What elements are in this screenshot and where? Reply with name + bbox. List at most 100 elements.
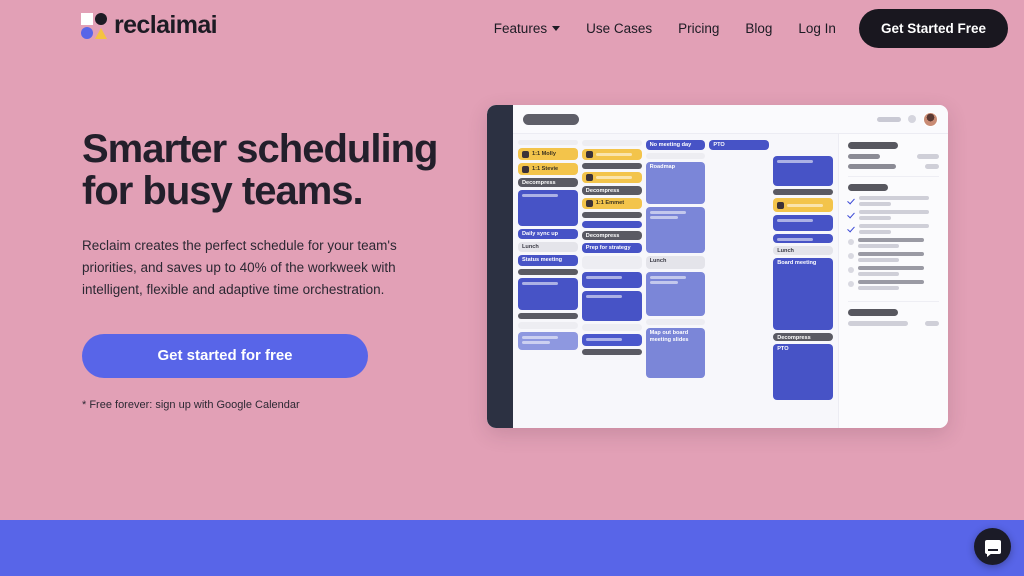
calendar-event-placeholder[interactable]: [581, 291, 642, 321]
calendar-event-placeholder[interactable]: [581, 221, 642, 228]
calendar-event-placeholder[interactable]: [581, 149, 642, 160]
calendar-event-placeholder[interactable]: [518, 190, 578, 226]
panel-section-heading: [848, 309, 898, 316]
nav-item-features[interactable]: Features: [481, 13, 573, 44]
task-item[interactable]: [848, 238, 939, 248]
calendar-event-placeholder[interactable]: [581, 272, 642, 288]
calendar-event-placeholder[interactable]: [518, 269, 578, 275]
calendar-event-placeholder[interactable]: [773, 189, 833, 195]
bottom-band: [0, 520, 1024, 576]
circle-icon[interactable]: [848, 253, 854, 259]
circle-icon[interactable]: [848, 239, 854, 245]
person-icon: [522, 165, 529, 173]
avatar[interactable]: [923, 111, 938, 127]
calendar-event-placeholder[interactable]: [645, 207, 706, 253]
hero-subtitle: Reclaim creates the perfect schedule for…: [82, 237, 397, 298]
calendar-event[interactable]: No meeting day: [645, 140, 706, 150]
calendar-event[interactable]: Status meeting: [518, 255, 578, 266]
calendar-event-placeholder[interactable]: [518, 313, 578, 319]
top-navigation: reclaimai Features Use Cases Pricing Blo…: [0, 0, 1024, 52]
task-item[interactable]: [848, 280, 939, 290]
panel-footer-section: [848, 309, 939, 333]
calendar-event-placeholder[interactable]: [518, 278, 578, 310]
calendar-event[interactable]: Prep for strategy: [581, 243, 642, 253]
calendar-event-placeholder[interactable]: [581, 324, 642, 331]
calendar-event[interactable]: Daily sync up: [518, 229, 578, 239]
task-item[interactable]: [848, 210, 939, 220]
brand-logo[interactable]: reclaimai: [81, 11, 218, 40]
nav-item-blog[interactable]: Blog: [732, 13, 785, 44]
check-icon[interactable]: [848, 225, 855, 232]
calendar-event[interactable]: Decompress: [518, 178, 578, 187]
calendar-event-placeholder[interactable]: [773, 156, 833, 186]
task-item[interactable]: [848, 224, 939, 234]
calendar-column: Lunch Board meeting Decompress PTO: [773, 140, 833, 422]
task-item[interactable]: [848, 266, 939, 276]
calendar-event-placeholder[interactable]: [518, 332, 578, 350]
chat-widget-button[interactable]: [974, 528, 1011, 565]
calendar-event-placeholder[interactable]: [645, 153, 706, 159]
calendar-event-placeholder[interactable]: [645, 272, 706, 316]
nav-item-use-cases[interactable]: Use Cases: [573, 13, 665, 44]
panel-line: [848, 321, 908, 326]
calendar-event[interactable]: PTO: [709, 140, 770, 150]
calendar-event[interactable]: Decompress: [581, 231, 642, 240]
calendar-event[interactable]: Board meeting: [773, 258, 833, 330]
calendar-event-label: Map out board meeting slides: [649, 330, 689, 343]
nav-item-use-cases-label: Use Cases: [586, 21, 653, 36]
mockup-right-panel: [838, 134, 948, 428]
calendar-event[interactable]: Decompress: [773, 333, 833, 341]
calendar-event[interactable]: 1:1 Molly: [518, 148, 578, 160]
check-icon[interactable]: [848, 211, 855, 218]
calendar-event-placeholder-bar: [585, 295, 623, 298]
calendar-event-placeholder[interactable]: [518, 140, 578, 145]
calendar-event-placeholder[interactable]: [645, 319, 706, 325]
calendar-event-placeholder[interactable]: [773, 198, 833, 212]
circle-icon[interactable]: [848, 281, 854, 287]
calendar-event[interactable]: Decompress: [581, 186, 642, 195]
calendar-column: Decompress 1:1 Emmet Decompress Prep for st…: [581, 140, 642, 422]
get-started-free-button[interactable]: Get Started Free: [858, 9, 1008, 48]
calendar-event-placeholder[interactable]: [581, 140, 642, 146]
calendar-event-placeholder[interactable]: [773, 234, 833, 243]
nav-item-pricing[interactable]: Pricing: [665, 13, 732, 44]
calendar-event[interactable]: Lunch: [518, 242, 578, 252]
calendar-event-placeholder[interactable]: [581, 163, 642, 169]
task-item[interactable]: [848, 196, 939, 206]
calendar-event-label: Decompress: [585, 233, 620, 239]
calendar-event-placeholder[interactable]: [581, 212, 642, 218]
calendar-event-label: Decompress: [777, 335, 811, 341]
calendar-event-placeholder[interactable]: [581, 256, 642, 269]
panel-row: [848, 154, 939, 159]
calendar-event-placeholder-bar: [595, 153, 633, 156]
calendar-event[interactable]: Roadmap: [645, 162, 706, 204]
nav-item-log-in-label: Log In: [798, 21, 836, 36]
chat-bubble-icon: [984, 539, 1001, 557]
calendar-event-label: 1:1 Molly: [532, 150, 556, 157]
calendar-event-placeholder[interactable]: [518, 322, 578, 329]
calendar-event-placeholder-bar: [649, 281, 679, 284]
check-icon[interactable]: [848, 197, 855, 204]
circle-icon[interactable]: [848, 267, 854, 273]
calendar-event[interactable]: Map out board meeting slides: [645, 328, 706, 378]
calendar-event[interactable]: 1:1 Emmet: [581, 198, 642, 209]
panel-section-heading: [848, 184, 888, 191]
nav-item-log-in[interactable]: Log In: [785, 13, 849, 44]
calendar-event[interactable]: PTO: [773, 344, 833, 400]
task-item[interactable]: [848, 252, 939, 262]
calendar-column: PTO: [709, 140, 770, 422]
calendar-event[interactable]: 1:1 Stevie: [518, 163, 578, 175]
calendar-event[interactable]: Lunch: [773, 246, 833, 255]
calendar-event-placeholder[interactable]: [773, 140, 833, 153]
calendar-event-placeholder[interactable]: [773, 215, 833, 231]
calendar-event-label: Lunch: [777, 248, 794, 254]
calendar-event[interactable]: Lunch: [645, 256, 706, 269]
calendar-event-label: Lunch: [649, 258, 667, 264]
get-started-for-free-button[interactable]: Get started for free: [82, 333, 368, 378]
calendar-event-placeholder[interactable]: [581, 172, 642, 183]
panel-row: [848, 164, 939, 169]
calendar-event-placeholder[interactable]: [581, 334, 642, 346]
panel-line-value: [925, 321, 939, 326]
calendar-event-placeholder[interactable]: [581, 349, 642, 355]
person-icon: [777, 201, 785, 209]
